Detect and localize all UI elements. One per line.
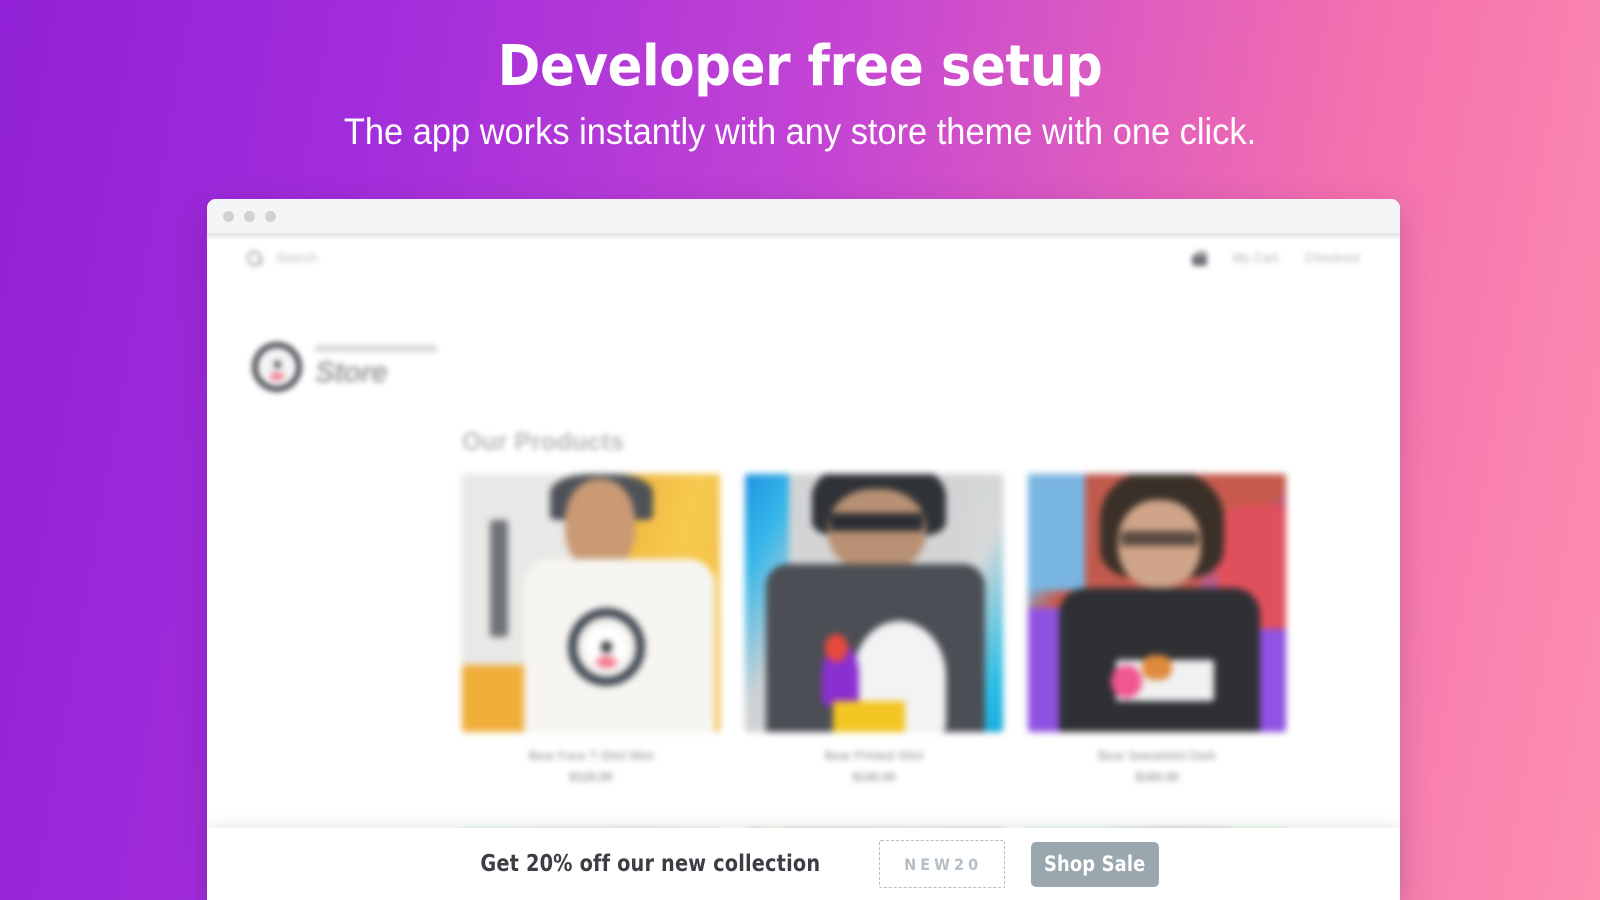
browser-window-mockup: Search My Cart Checkout Store Our Produc… [207, 199, 1400, 900]
coupon-code-text: NEW20 [904, 854, 983, 874]
product-image[interactable] [745, 474, 1003, 732]
product-price: $120.00 [569, 770, 613, 784]
product-image[interactable] [1028, 474, 1286, 732]
bear-circle-logo-icon [252, 342, 302, 392]
product-price: $140.00 [852, 770, 896, 784]
browser-titlebar [207, 199, 1400, 234]
promo-message: Get 20% off our new collection [480, 851, 821, 877]
coupon-code-box[interactable]: NEW20 [878, 840, 1005, 888]
search-icon [247, 250, 262, 266]
product-price: $160.00 [1135, 770, 1179, 784]
search-bar[interactable]: Search [247, 250, 318, 266]
page-subtitle: The app works instantly with any store t… [343, 111, 1257, 152]
brand-kicker [315, 344, 437, 352]
products-section-title: Our Products [462, 428, 625, 456]
page-title: Developer free setup [497, 34, 1103, 99]
product-title: Bear Sweatshirt Dark [1097, 749, 1217, 763]
brand-wordmark: Store [315, 355, 388, 389]
close-dot-icon[interactable] [223, 210, 234, 222]
shop-sale-button[interactable]: Shop Sale [1030, 841, 1159, 887]
product-card[interactable]: Bear Sweatshirt Dark $160.00 [1028, 474, 1286, 784]
product-card[interactable]: Bear Face T-Shirt Mint $120.00 [462, 474, 720, 784]
brand-wordmark-group: Store [315, 344, 437, 390]
product-title: Bear Printed Shirt [824, 749, 924, 763]
shopping-bag-icon[interactable] [1191, 250, 1207, 266]
product-title: Bear Face T-Shirt Mint [528, 749, 654, 763]
header-link-checkout[interactable]: Checkout [1305, 251, 1360, 265]
store-brand[interactable]: Store [252, 342, 437, 392]
product-image[interactable] [462, 474, 720, 732]
header-link-cart[interactable]: My Cart [1233, 251, 1279, 265]
store-header: Search My Cart Checkout [207, 234, 1400, 282]
store-page: Search My Cart Checkout Store Our Produc… [207, 234, 1400, 900]
promo-bar: Get 20% off our new collection NEW20 Sho… [207, 828, 1400, 900]
hero-section: Developer free setup The app works insta… [0, 0, 1600, 154]
product-card[interactable]: Bear Printed Shirt $140.00 [745, 474, 1003, 784]
shop-sale-button-label: Shop Sale [1044, 852, 1146, 876]
search-input-label: Search [276, 251, 318, 265]
maximize-dot-icon[interactable] [265, 210, 276, 222]
store-header-right: My Cart Checkout [1191, 250, 1360, 266]
minimize-dot-icon[interactable] [244, 210, 255, 222]
